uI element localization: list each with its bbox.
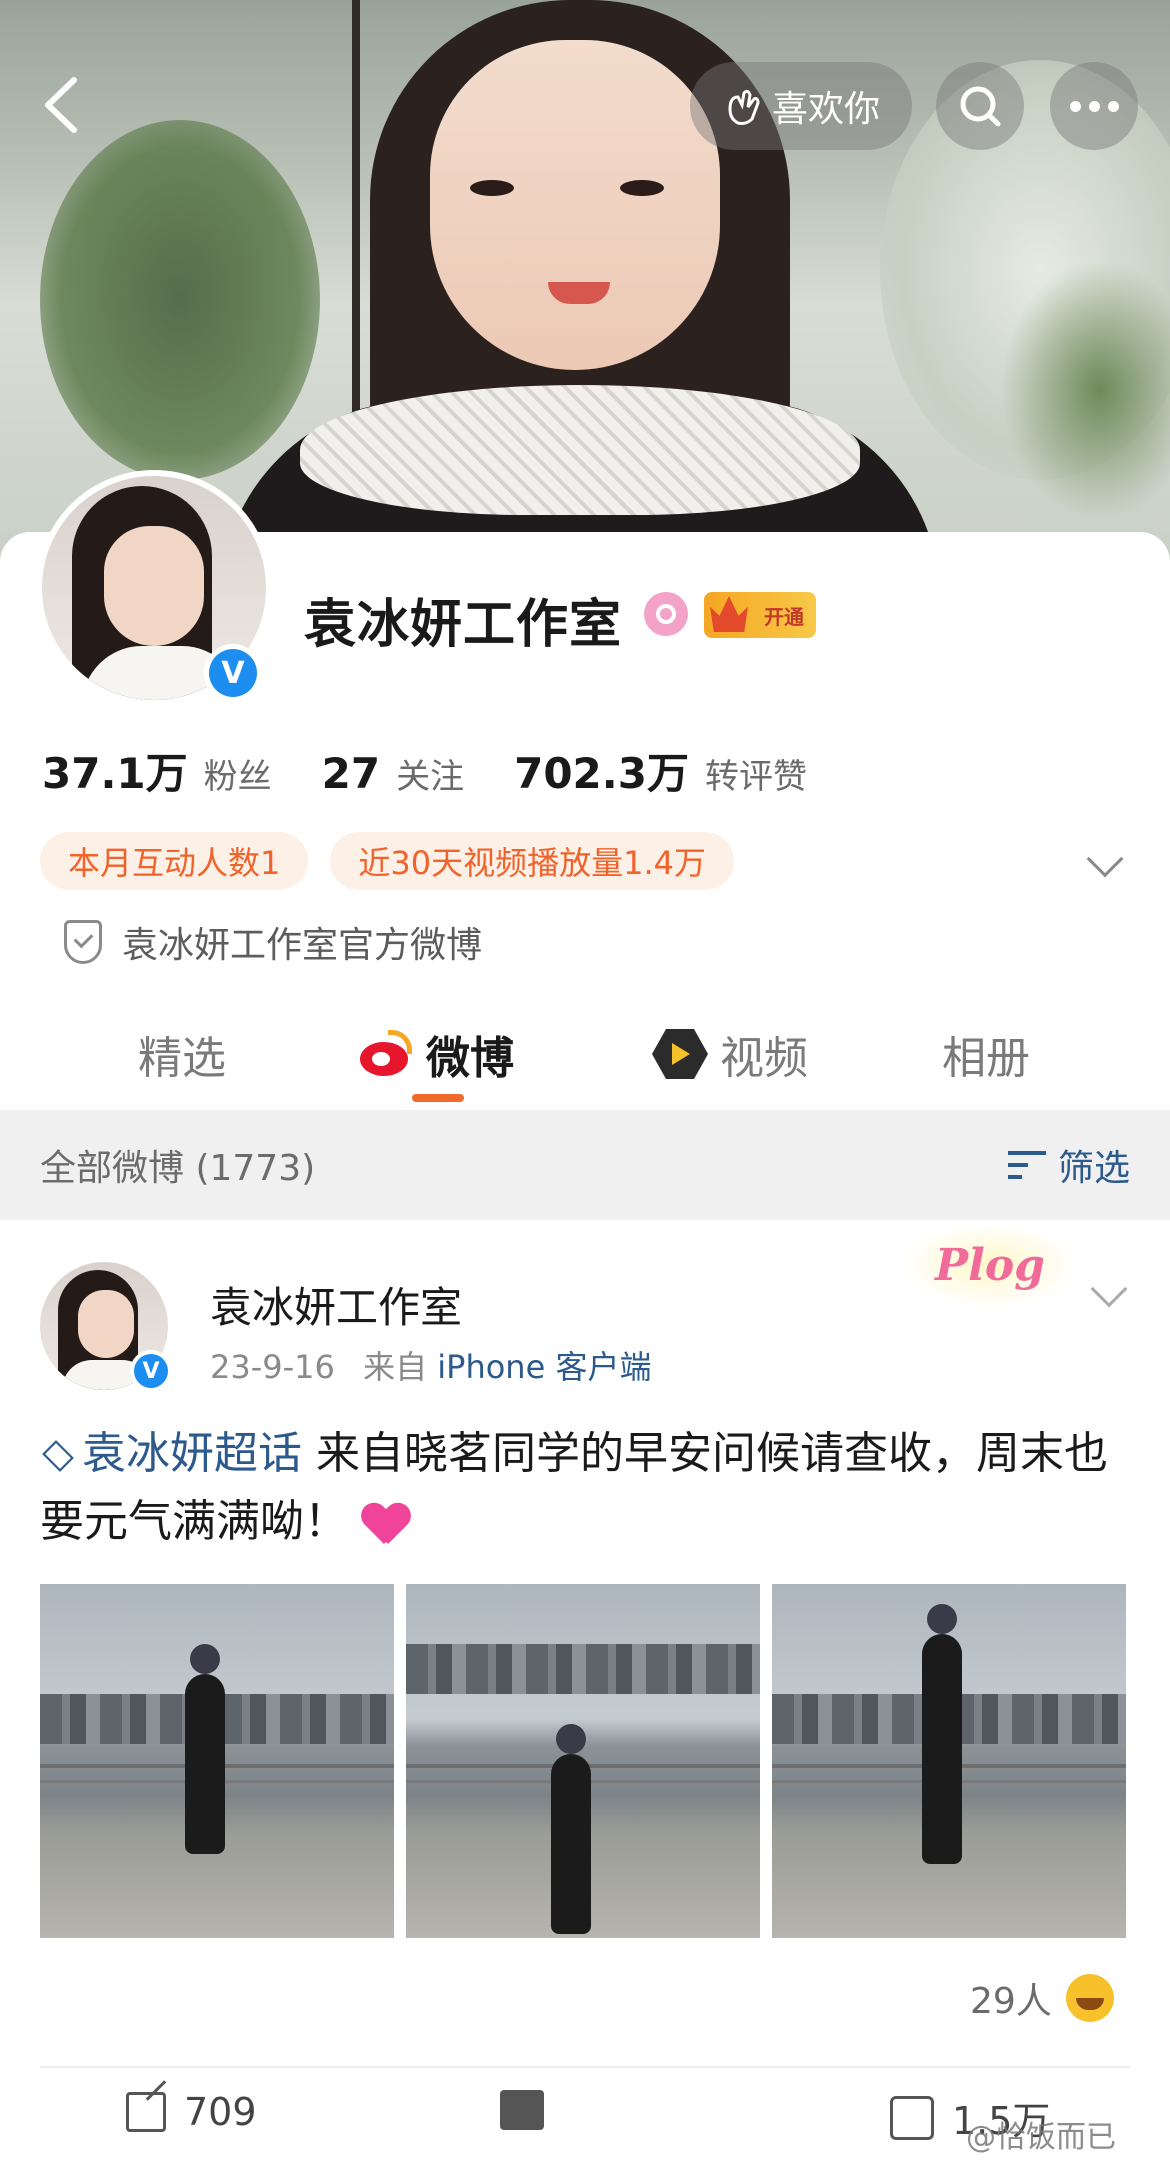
diamond-icon — [42, 1440, 74, 1472]
tab-label: 精选 — [138, 1033, 226, 1084]
post-photos — [40, 1584, 1126, 1938]
super-topic-icon[interactable] — [644, 592, 688, 636]
chip-video-plays[interactable]: 近30天视频播放量1.4万 — [330, 832, 734, 890]
search-icon — [960, 86, 1001, 127]
post-photo-1[interactable] — [40, 1584, 394, 1938]
tab-featured[interactable]: 精选 — [138, 1006, 226, 1102]
profile-stats: 37.1万 粉丝 27 关注 702.3万 转评赞 — [42, 740, 857, 801]
divider — [40, 2066, 1130, 2068]
thumbs-up-icon — [890, 2095, 934, 2140]
like-you-label: 喜欢你 — [771, 89, 880, 130]
post-photo-2[interactable] — [406, 1584, 760, 1938]
back-button[interactable] — [34, 70, 94, 140]
filter-label: 筛选 — [1057, 1148, 1130, 1189]
like-you-button[interactable]: 喜欢你 — [690, 62, 912, 150]
more-button[interactable] — [1050, 62, 1138, 150]
post-photo-3[interactable] — [772, 1584, 1126, 1938]
tab-label: 微博 — [426, 1033, 514, 1084]
stat-label: 粉丝 — [203, 757, 272, 797]
all-posts-label[interactable]: 全部微博 (1773) — [40, 1139, 315, 1191]
profile-tabs: 精选 微博 视频 相册 — [0, 1006, 1170, 1102]
comment-icon — [500, 2090, 544, 2130]
share-button[interactable]: 709 — [126, 2090, 257, 2134]
active-tab-indicator — [412, 1094, 464, 1102]
hand-heart-icon — [728, 89, 760, 125]
official-label: 袁冰妍工作室官方微博 — [122, 925, 483, 966]
vip-open-badge[interactable]: 开通 — [704, 592, 816, 638]
plog-badge: Plog — [900, 1222, 1080, 1308]
share-count: 709 — [184, 2090, 257, 2134]
weibo-logo-icon — [358, 1030, 414, 1078]
stat-followers[interactable]: 37.1万 粉丝 — [42, 740, 272, 801]
post-from: 来自 — [363, 1348, 428, 1386]
post-menu-chevron-icon[interactable] — [1090, 1270, 1128, 1308]
shield-icon — [64, 920, 102, 964]
reaction-count: 29人 — [970, 1981, 1052, 2022]
chevron-left-icon — [45, 77, 77, 133]
share-icon — [126, 2092, 166, 2132]
tab-weibo[interactable]: 微博 — [358, 1006, 514, 1102]
search-button[interactable] — [936, 62, 1024, 150]
comment-button[interactable] — [500, 2090, 544, 2130]
post-source: iPhone 客户端 — [437, 1348, 652, 1386]
stat-following[interactable]: 27 关注 — [322, 749, 464, 798]
chip-monthly-interaction[interactable]: 本月互动人数1 — [40, 832, 309, 890]
stat-value: 702.3万 — [514, 749, 689, 798]
watermark: @恰饭而已 — [966, 2120, 1116, 2155]
verified-badge-icon: V — [204, 644, 262, 702]
topic-label: 袁冰妍超话 — [82, 1428, 302, 1479]
reactions[interactable]: 29人 — [970, 1972, 1114, 2024]
post-author-name[interactable]: 袁冰妍工作室 — [210, 1274, 462, 1335]
grin-emoji-icon — [1065, 1974, 1114, 2022]
heart-emoji-icon — [362, 1500, 410, 1548]
tab-video[interactable]: 视频 — [652, 1006, 808, 1102]
post-meta: 23-9-16 来自 iPhone 客户端 — [210, 1342, 651, 1388]
verified-badge-icon: V — [130, 1350, 172, 1392]
stat-label: 关注 — [396, 757, 465, 797]
video-logo-icon — [652, 1029, 708, 1079]
filter-button[interactable]: 筛选 — [1007, 1139, 1130, 1191]
vip-label: 开通 — [764, 604, 804, 629]
post-date: 23-9-16 — [210, 1348, 335, 1386]
official-description: 袁冰妍工作室官方微博 — [64, 916, 482, 968]
crown-icon — [710, 596, 748, 632]
filter-icon — [1007, 1147, 1048, 1183]
stat-label: 转评赞 — [704, 757, 807, 797]
super-topic-link[interactable]: 袁冰妍超话 — [40, 1428, 302, 1479]
stat-value: 27 — [321, 749, 381, 798]
post-text: 袁冰妍超话 来自晓茗同学的早安问候请查收，周末也要元气满满呦！ — [40, 1420, 1130, 1556]
stat-value: 37.1万 — [42, 749, 188, 798]
profile-name: 袁冰妍工作室 — [304, 595, 623, 655]
stat-interactions[interactable]: 702.3万 转评赞 — [514, 740, 807, 801]
tab-album[interactable]: 相册 — [942, 1006, 1030, 1102]
more-dots-icon — [1069, 100, 1119, 112]
tab-label: 相册 — [942, 1033, 1030, 1084]
filter-bar: 全部微博 (1773) 筛选 — [0, 1110, 1170, 1220]
profile-chips: 本月互动人数1 近30天视频播放量1.4万 — [40, 832, 734, 890]
tab-label: 视频 — [720, 1033, 808, 1084]
